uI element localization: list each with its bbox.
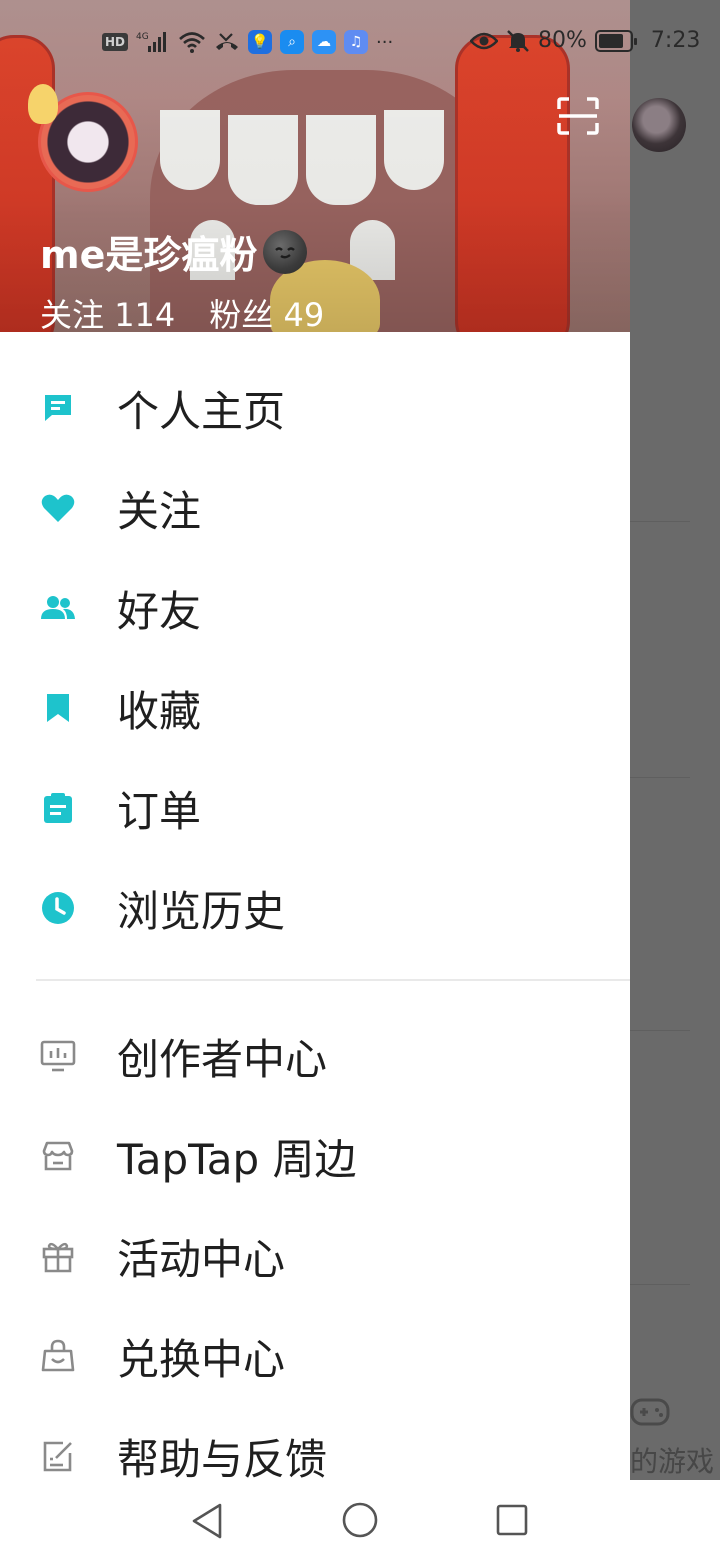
menu-item-friends[interactable]: 好友: [0, 558, 630, 658]
avatar-decoration: [28, 84, 58, 124]
status-left: HD 4G 💡 ⌕ ☁ ♫ ···: [102, 30, 393, 54]
following-stat[interactable]: 关注 114: [40, 290, 175, 332]
menu-item-following[interactable]: 关注: [0, 458, 630, 558]
app-notification-icon: 💡: [248, 30, 273, 54]
menu-label: 创作者中心: [117, 1034, 328, 1084]
menu-label: 帮助与反馈: [117, 1434, 328, 1481]
bookmark-icon: [40, 690, 76, 726]
menu-label: 个人主页: [117, 386, 286, 436]
svg-text:4G: 4G: [136, 32, 149, 42]
menu-item-taptap-merch[interactable]: TapTap 周边: [0, 1106, 630, 1206]
store-icon: [40, 1138, 76, 1174]
menu-item-redeem-center[interactable]: 兑换中心: [0, 1306, 630, 1406]
profile-page-icon: [40, 390, 76, 426]
cloud-app-icon: ☁: [312, 30, 337, 54]
menu-label: 活动中心: [117, 1234, 286, 1284]
menu-item-orders[interactable]: 订单: [0, 758, 630, 858]
friends-icon: [40, 590, 76, 626]
gift-icon: [40, 1238, 76, 1274]
username-text: me是珍瘟粉: [40, 233, 258, 277]
menu-label: 好友: [117, 586, 202, 636]
menu-item-creator-center[interactable]: 创作者中心: [0, 1006, 630, 1106]
followers-stat[interactable]: 粉丝 49: [209, 290, 324, 332]
background-divider: [630, 521, 690, 522]
clock-time: 7:23: [650, 28, 701, 53]
wifi-icon: [179, 32, 205, 53]
search-app-icon: ⌕: [280, 30, 305, 54]
mute-bell-icon: [507, 29, 529, 52]
order-icon: [40, 790, 76, 826]
background-avatar: [632, 98, 686, 152]
shopping-bag-icon: [40, 1338, 76, 1374]
creator-chart-icon: [40, 1038, 76, 1074]
eye-icon: [470, 32, 498, 49]
recents-button[interactable]: [496, 1504, 528, 1536]
menu-item-profile[interactable]: 个人主页: [0, 358, 630, 458]
battery-level: [598, 33, 623, 48]
username[interactable]: me是珍瘟粉: [40, 224, 308, 279]
menu-divider: [36, 979, 630, 981]
menu-item-history[interactable]: 浏览历史: [0, 858, 630, 958]
signal-icon: 4G: [136, 32, 167, 52]
navigation-drawer: me是珍瘟粉 关注 114 粉丝 49 个人主页 关注 好友 收藏 订单 浏览历…: [0, 0, 630, 1480]
home-button[interactable]: [342, 1502, 378, 1538]
profile-stats: 关注 114 粉丝 49: [40, 290, 324, 332]
menu-item-favorites[interactable]: 收藏: [0, 658, 630, 758]
battery-icon: [594, 29, 637, 52]
music-app-icon: ♫: [344, 30, 369, 54]
edit-feedback-icon: [40, 1438, 76, 1474]
background-divider: [630, 777, 690, 778]
status-bar: HD 4G 💡 ⌕ ☁ ♫ ··· 80% 7:23: [0, 0, 720, 84]
status-right: 80% 7:23: [470, 28, 700, 53]
scan-icon[interactable]: [557, 97, 599, 135]
menu-label: 兑换中心: [117, 1334, 286, 1384]
menu-label: 收藏: [117, 686, 202, 736]
heart-icon: [40, 490, 76, 526]
menu-label: TapTap 周边: [117, 1134, 357, 1184]
battery-percent: 80%: [538, 28, 587, 53]
missed-call-icon: [216, 33, 239, 50]
system-navigation-bar: [0, 1480, 720, 1560]
menu-item-activity-center[interactable]: 活动中心: [0, 1206, 630, 1306]
menu-label: 浏览历史: [117, 886, 286, 936]
menu-item-help-feedback[interactable]: 帮助与反馈: [0, 1406, 630, 1480]
background-tab-label: 的游戏: [630, 1445, 715, 1478]
back-button[interactable]: [190, 1502, 224, 1540]
hd-badge: HD: [102, 33, 129, 51]
menu-label: 关注: [117, 486, 202, 536]
more-notifications-icon: ···: [376, 31, 394, 53]
menu-label: 订单: [117, 786, 202, 836]
background-divider: [630, 1284, 690, 1285]
clock-icon: [40, 890, 76, 926]
secondary-menu: 创作者中心 TapTap 周边 活动中心 兑换中心 帮助与反馈: [0, 1006, 630, 1480]
primary-menu: 个人主页 关注 好友 收藏 订单 浏览历史: [0, 358, 630, 958]
gamepad-icon: [630, 1398, 670, 1426]
moon-emoji-icon: [263, 229, 308, 274]
background-divider: [630, 1030, 690, 1031]
